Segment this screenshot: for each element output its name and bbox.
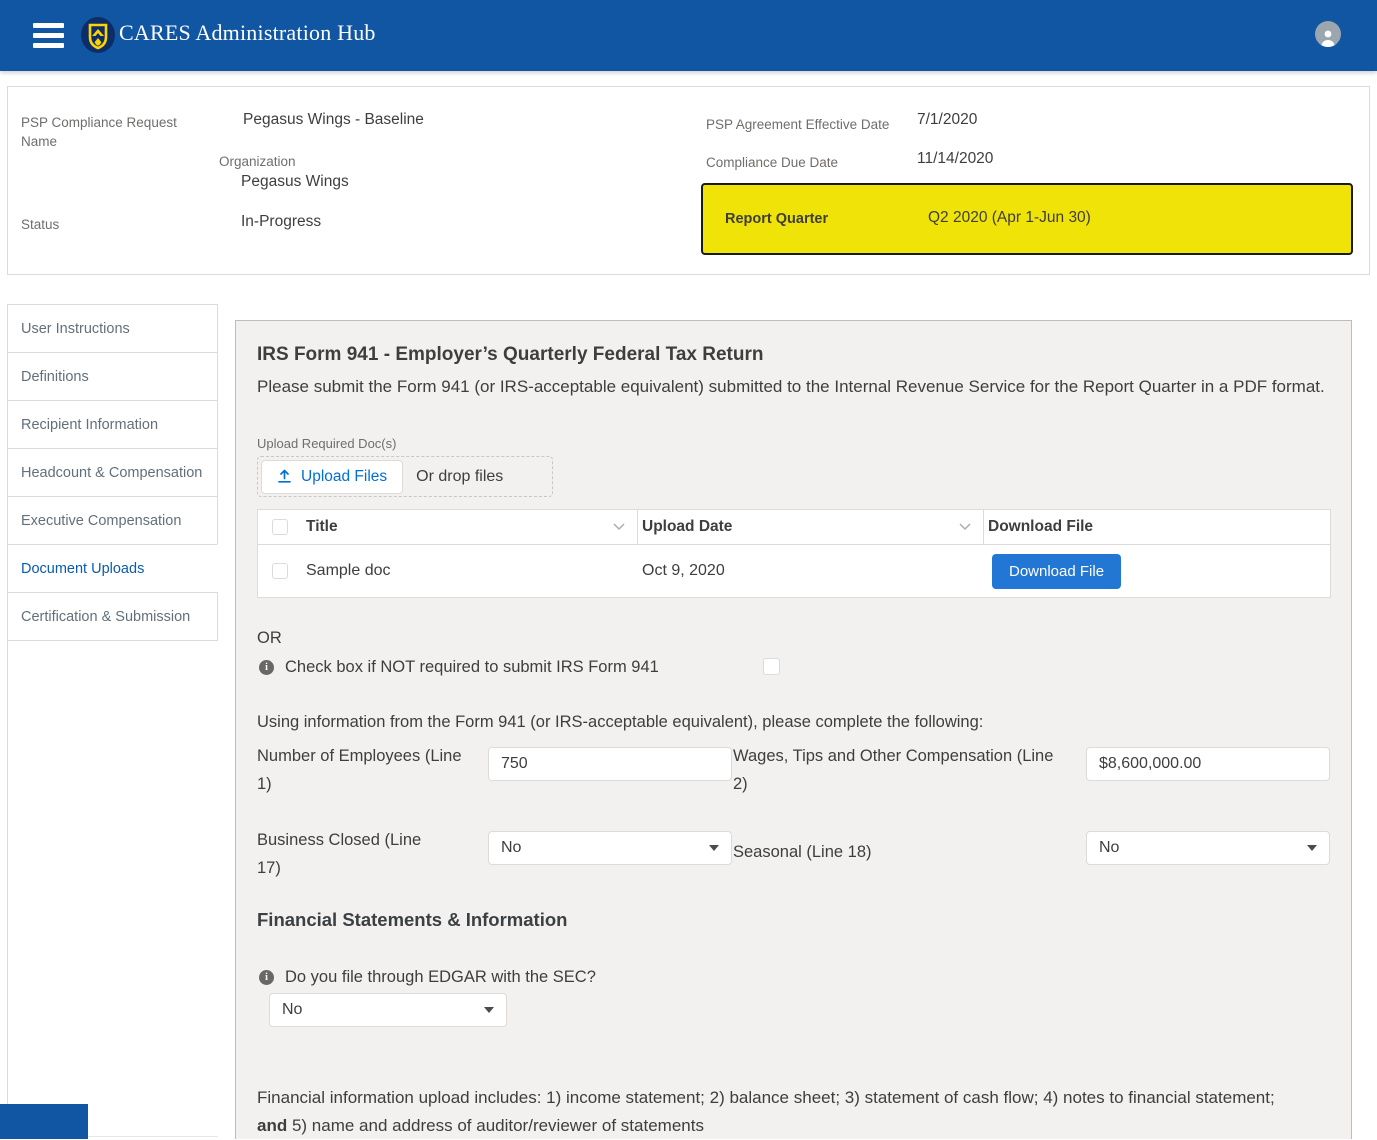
effective-date-value: 7/1/2020 [917, 111, 977, 129]
table-row: Sample doc Oct 9, 2020 Download File [258, 545, 1330, 597]
sidebar-item-definitions[interactable]: Definitions [7, 352, 218, 401]
business-closed-label: Business Closed (Line 17) [257, 826, 447, 882]
sidebar-item-headcount-compensation[interactable]: Headcount & Compensation [7, 448, 218, 497]
column-header-download-file: Download File [984, 510, 1330, 544]
form-941-heading: IRS Form 941 - Employer’s Quarterly Fede… [257, 344, 763, 366]
upload-required-label: Upload Required Doc(s) [257, 436, 396, 451]
using-info-text: Using information from the Form 941 (or … [257, 713, 983, 732]
row-checkbox[interactable] [272, 563, 288, 579]
sidebar-item-document-uploads[interactable]: Document Uploads [7, 544, 218, 593]
section-nav: User Instructions Definitions Recipient … [7, 304, 218, 641]
upload-icon [277, 469, 292, 484]
doc-title-cell: Sample doc [302, 562, 638, 580]
edgar-select[interactable]: No [269, 993, 507, 1027]
file-dropzone[interactable]: Upload Files Or drop files [257, 456, 553, 497]
seasonal-label: Seasonal (Line 18) [733, 838, 872, 866]
wages-input[interactable] [1086, 747, 1330, 781]
request-name-value: Pegasus Wings - Baseline [243, 111, 424, 129]
select-all-checkbox[interactable] [272, 519, 288, 535]
upload-files-button[interactable]: Upload Files [261, 460, 403, 494]
not-required-row: i Check box if NOT required to submit IR… [259, 658, 659, 677]
financial-upload-note: Financial information upload includes: 1… [257, 1084, 1297, 1140]
upload-files-label: Upload Files [301, 468, 387, 486]
column-header-title[interactable]: Title [302, 510, 638, 544]
not-required-label: Check box if NOT required to submit IRS … [285, 658, 659, 677]
user-avatar-icon[interactable] [1315, 21, 1341, 47]
edgar-question-row: i Do you file through EDGAR with the SEC… [259, 968, 596, 987]
chevron-down-icon[interactable] [613, 523, 625, 531]
organization-label: Organization [219, 152, 296, 171]
sidebar-item-executive-compensation[interactable]: Executive Compensation [7, 496, 218, 545]
business-closed-select[interactable]: No [488, 831, 732, 865]
request-name-label: PSP Compliance Request Name [21, 113, 186, 151]
seasonal-select[interactable]: No [1086, 831, 1330, 865]
drop-files-label: Or drop files [416, 468, 503, 486]
chevron-down-icon[interactable] [959, 523, 971, 531]
app-logo-shield-icon [79, 16, 117, 59]
financial-statements-heading: Financial Statements & Information [257, 909, 567, 931]
info-icon[interactable]: i [259, 970, 274, 985]
info-icon[interactable]: i [259, 660, 274, 675]
document-uploads-panel: IRS Form 941 - Employer’s Quarterly Fede… [235, 320, 1352, 1139]
caret-down-icon [709, 845, 719, 851]
report-quarter-value: Q2 2020 (Apr 1-Jun 30) [928, 209, 1091, 227]
due-date-value: 11/14/2020 [917, 150, 993, 168]
not-required-checkbox[interactable] [763, 658, 780, 675]
hamburger-menu-icon[interactable] [33, 23, 64, 48]
report-quarter-label: Report Quarter [725, 211, 828, 227]
caret-down-icon [484, 1007, 494, 1013]
sidebar-item-recipient-information[interactable]: Recipient Information [7, 400, 218, 449]
app-header: CARES Administration Hub [0, 0, 1377, 71]
edgar-question: Do you file through EDGAR with the SEC? [285, 968, 596, 987]
sidebar-empty-area [7, 641, 218, 1137]
sidebar-item-certification-submission[interactable]: Certification & Submission [7, 592, 218, 641]
employees-input[interactable] [488, 747, 732, 781]
column-header-upload-date[interactable]: Upload Date [638, 510, 984, 544]
organization-value: Pegasus Wings [241, 173, 349, 191]
or-text: OR [257, 629, 282, 648]
uploaded-docs-table: Title Upload Date Download File Sample d… [257, 509, 1331, 598]
effective-date-label: PSP Agreement Effective Date [706, 115, 889, 134]
status-label: Status [21, 215, 59, 234]
table-header-row: Title Upload Date Download File [258, 510, 1330, 545]
sidebar-item-user-instructions[interactable]: User Instructions [7, 304, 218, 353]
partial-blue-element [0, 1104, 88, 1139]
wages-label: Wages, Tips and Other Compensation (Line… [733, 742, 1063, 798]
employees-label: Number of Employees (Line 1) [257, 742, 462, 798]
due-date-label: Compliance Due Date [706, 153, 838, 172]
form-941-instructions: Please submit the Form 941 (or IRS-accep… [257, 373, 1329, 401]
compliance-request-summary-panel: PSP Compliance Request Name Pegasus Wing… [7, 86, 1370, 275]
upload-date-cell: Oct 9, 2020 [638, 562, 984, 580]
status-value: In-Progress [241, 213, 321, 231]
app-title: CARES Administration Hub [119, 20, 376, 46]
caret-down-icon [1307, 845, 1317, 851]
download-file-button[interactable]: Download File [992, 554, 1121, 589]
report-quarter-highlight: Report Quarter Q2 2020 (Apr 1-Jun 30) [701, 183, 1353, 255]
